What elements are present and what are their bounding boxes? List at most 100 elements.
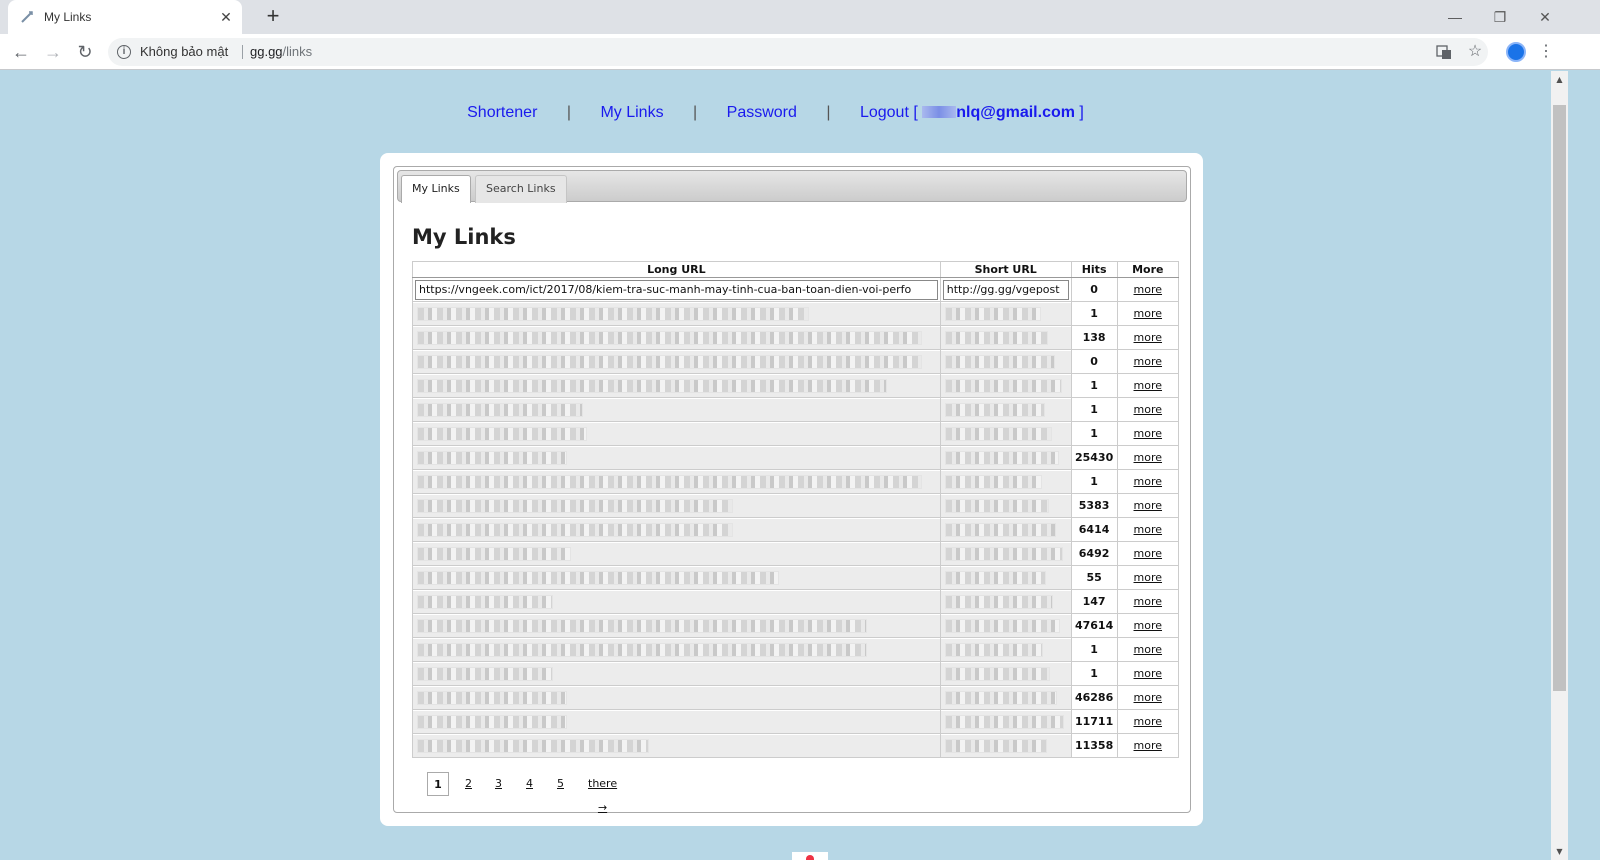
more-link[interactable]: more — [1134, 283, 1163, 296]
more-link[interactable]: more — [1134, 451, 1163, 464]
minimize-button[interactable]: — — [1444, 6, 1466, 28]
redacted-short-url[interactable] — [940, 662, 1071, 685]
redacted-short-url[interactable] — [940, 350, 1071, 373]
more-link[interactable]: more — [1134, 667, 1163, 680]
forward-button[interactable]: → — [42, 41, 64, 63]
info-icon[interactable]: i — [117, 45, 131, 59]
nav-logout[interactable]: Logout [ nlq@gmail.com ] — [860, 104, 1084, 121]
redacted-short-url[interactable] — [940, 398, 1071, 421]
redacted-short-url[interactable] — [940, 638, 1071, 661]
redacted-long-url[interactable] — [413, 542, 940, 565]
more-cell: more — [1116, 277, 1180, 302]
more-cell: more — [1116, 613, 1180, 638]
redacted-long-url[interactable] — [413, 422, 940, 445]
new-tab-button[interactable]: + — [262, 5, 284, 28]
redacted-long-url[interactable] — [413, 398, 940, 421]
more-link[interactable]: more — [1134, 427, 1163, 440]
scroll-thumb[interactable] — [1553, 105, 1566, 691]
redacted-long-url[interactable] — [413, 614, 940, 637]
restore-button[interactable]: ❐ — [1489, 6, 1511, 28]
long-url-field[interactable] — [415, 279, 938, 300]
more-link[interactable]: more — [1134, 619, 1163, 632]
page-link-4[interactable]: 4 — [526, 772, 533, 796]
redacted-long-url[interactable] — [413, 302, 940, 325]
more-link[interactable]: more — [1134, 379, 1163, 392]
page-link-3[interactable]: 3 — [495, 772, 502, 796]
tab-search-links[interactable]: Search Links — [475, 175, 567, 203]
page-link-5[interactable]: 5 — [557, 772, 564, 796]
tab-close-icon[interactable]: ✕ — [218, 9, 234, 25]
table-row: 0 more — [412, 277, 1180, 302]
redacted-short-url[interactable] — [940, 446, 1071, 469]
more-link[interactable]: more — [1134, 355, 1163, 368]
redacted-long-url[interactable] — [413, 326, 940, 349]
page-next-link[interactable]: there → — [588, 772, 617, 814]
more-cell: more — [1116, 541, 1180, 566]
redacted-short-url[interactable] — [940, 590, 1071, 613]
close-window-button[interactable]: ✕ — [1534, 6, 1556, 28]
redacted-short-url[interactable] — [940, 302, 1071, 325]
redacted-short-url[interactable] — [940, 686, 1071, 709]
more-link[interactable]: more — [1134, 403, 1163, 416]
more-link[interactable]: more — [1134, 691, 1163, 704]
scroll-up-icon[interactable]: ▲ — [1551, 71, 1568, 88]
redacted-short-url[interactable] — [940, 710, 1071, 733]
redacted-long-url[interactable] — [413, 374, 940, 397]
more-link[interactable]: more — [1134, 643, 1163, 656]
browser-tab[interactable]: My Links ✕ — [8, 0, 242, 34]
long-url-cell — [412, 541, 941, 566]
more-link[interactable]: more — [1134, 547, 1163, 560]
more-link[interactable]: more — [1134, 307, 1163, 320]
nav-password[interactable]: Password — [727, 104, 797, 121]
redacted-long-url[interactable] — [413, 638, 940, 661]
table-row: 1 more — [412, 661, 1180, 686]
redacted-short-url[interactable] — [940, 542, 1071, 565]
nav-shortener[interactable]: Shortener — [467, 104, 537, 121]
redacted-short-url[interactable] — [940, 566, 1071, 589]
profile-avatar[interactable] — [1506, 42, 1526, 62]
table-row: 25430 more — [412, 445, 1180, 470]
redacted-short-url[interactable] — [940, 494, 1071, 517]
more-link[interactable]: more — [1134, 739, 1163, 752]
more-link[interactable]: more — [1134, 331, 1163, 344]
url-text[interactable]: gg.gg/links — [250, 44, 312, 59]
translate-icon[interactable] — [1436, 44, 1452, 60]
short-url-cell — [939, 685, 1072, 710]
address-bar[interactable]: i Không bảo mật gg.gg/links ☆ — [108, 38, 1488, 66]
more-link[interactable]: more — [1134, 715, 1163, 728]
redacted-long-url[interactable] — [413, 686, 940, 709]
redacted-long-url[interactable] — [413, 470, 940, 493]
redacted-short-url[interactable] — [940, 518, 1071, 541]
redacted-long-url[interactable] — [413, 662, 940, 685]
reload-button[interactable]: ↻ — [74, 41, 96, 63]
redacted-long-url[interactable] — [413, 350, 940, 373]
more-link[interactable]: more — [1134, 475, 1163, 488]
redacted-short-url[interactable] — [940, 614, 1071, 637]
redacted-short-url[interactable] — [940, 326, 1071, 349]
more-vert-icon[interactable]: ⋮ — [1537, 41, 1555, 63]
more-cell: more — [1116, 709, 1180, 734]
nav-my-links[interactable]: My Links — [600, 104, 663, 121]
redacted-short-url[interactable] — [940, 422, 1071, 445]
page-scrollbar[interactable]: ▲ ▼ — [1551, 71, 1568, 860]
redacted-long-url[interactable] — [413, 734, 940, 757]
more-link[interactable]: more — [1134, 523, 1163, 536]
star-icon[interactable]: ☆ — [1467, 44, 1483, 60]
page-link-2[interactable]: 2 — [465, 772, 472, 796]
more-link[interactable]: more — [1134, 499, 1163, 512]
tab-my-links[interactable]: My Links — [401, 175, 471, 203]
redacted-long-url[interactable] — [413, 494, 940, 517]
more-link[interactable]: more — [1134, 595, 1163, 608]
redacted-short-url[interactable] — [940, 470, 1071, 493]
scroll-down-icon[interactable]: ▼ — [1551, 843, 1568, 860]
redacted-long-url[interactable] — [413, 590, 940, 613]
more-link[interactable]: more — [1134, 571, 1163, 584]
short-url-field[interactable] — [942, 279, 1069, 300]
redacted-short-url[interactable] — [940, 734, 1071, 757]
redacted-long-url[interactable] — [413, 566, 940, 589]
redacted-long-url[interactable] — [413, 446, 940, 469]
redacted-long-url[interactable] — [413, 710, 940, 733]
redacted-short-url[interactable] — [940, 374, 1071, 397]
back-button[interactable]: ← — [10, 41, 32, 63]
redacted-long-url[interactable] — [413, 518, 940, 541]
